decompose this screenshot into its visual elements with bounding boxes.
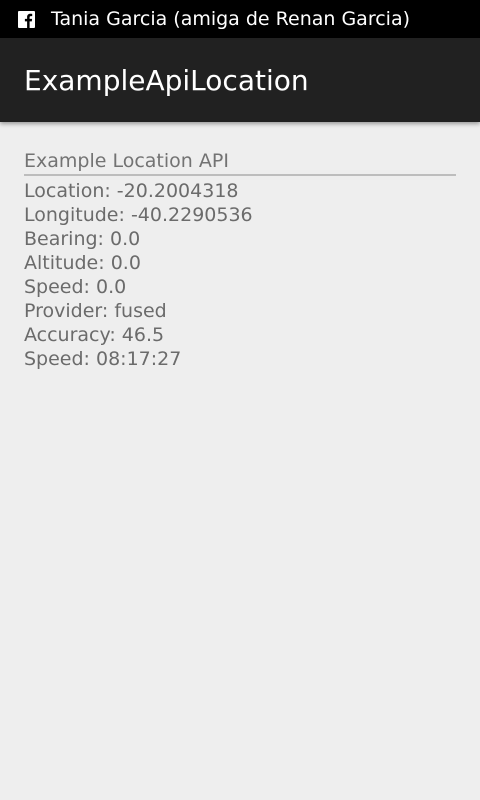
accuracy-field: Accuracy: 46.5 [24, 324, 165, 346]
speed-field: Speed: 0.0 [24, 276, 127, 298]
status-bar: Tania Garcia (amiga de Renan Garcia) [0, 0, 480, 38]
location-field-list: Location: -20.2004318 Longitude: -40.229… [24, 179, 456, 371]
notification-text[interactable]: Tania Garcia (amiga de Renan Garcia) [51, 8, 410, 30]
location-content: Example Location API Location: -20.20043… [24, 149, 456, 371]
longitude-field: Longitude: -40.2290536 [24, 204, 253, 226]
location-field: Location: -20.2004318 [24, 180, 239, 202]
altitude-field: Altitude: 0.0 [24, 252, 141, 274]
app-title: ExampleApiLocation [24, 63, 309, 97]
section-header: Example Location API [24, 149, 456, 176]
time-field: Speed: 08:17:27 [24, 348, 182, 370]
provider-field: Provider: fused [24, 300, 167, 322]
app-bar: ExampleApiLocation [0, 38, 480, 122]
facebook-icon[interactable] [18, 10, 35, 28]
bearing-field: Bearing: 0.0 [24, 228, 141, 250]
